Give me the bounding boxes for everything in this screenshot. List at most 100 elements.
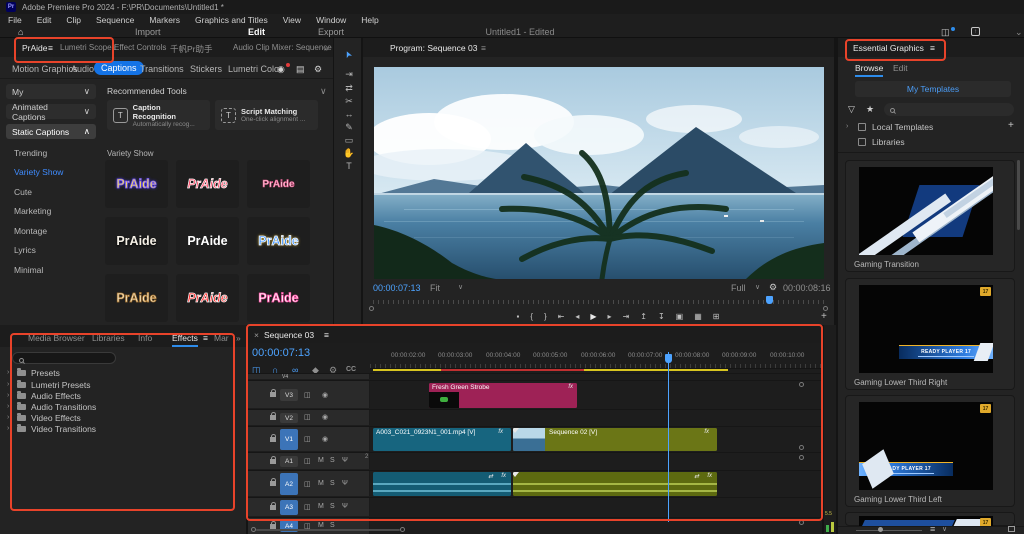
captions-cc-icon[interactable]: CC <box>346 366 356 373</box>
collapse-chevron-icon[interactable]: ∨ <box>320 86 327 97</box>
lock-icon[interactable] <box>270 478 276 486</box>
tab-edit[interactable]: Edit <box>248 27 265 37</box>
mute-track-button[interactable]: M <box>318 480 324 487</box>
lock-icon[interactable] <box>270 434 276 442</box>
sort-menu-icon[interactable]: ≡ <box>930 524 935 534</box>
tab-effects[interactable]: Effects <box>172 333 198 347</box>
lock-icon[interactable] <box>270 502 276 510</box>
add-marker-button[interactable]: ▪ <box>516 312 519 321</box>
step-back-button[interactable]: ◂ <box>575 312 579 321</box>
libraries-checkbox[interactable] <box>858 138 866 146</box>
tab-lumetri-scopes[interactable]: Lumetri Scopes <box>60 43 116 52</box>
folder-presets[interactable]: › Presets <box>0 368 246 379</box>
tab-edit-eg[interactable]: Edit <box>893 63 908 73</box>
mark-in-button[interactable]: { <box>530 312 533 321</box>
favorites-star-icon[interactable]: ★ <box>866 104 874 115</box>
caption-style-card[interactable]: PrAide <box>247 217 310 265</box>
track-a3[interactable]: A3 ◫ M S Ψ <box>248 497 822 516</box>
vscroll-handle[interactable] <box>799 520 804 525</box>
tree-local-templates[interactable]: Local Templates <box>872 122 933 132</box>
clip-fresh-green-strobe[interactable]: Fresh Green Strobe fx <box>429 383 577 408</box>
hand-tool-icon[interactable]: ✋ <box>342 148 356 160</box>
source-patch-icon[interactable]: ◫ <box>304 480 311 488</box>
track-v2[interactable]: V2 ◫ ◉ <box>248 409 822 425</box>
source-patch-icon[interactable]: ◫ <box>304 503 311 511</box>
lock-icon[interactable] <box>270 389 276 397</box>
cat-captions[interactable]: Captions <box>94 61 144 75</box>
vscroll-handle[interactable] <box>799 455 804 460</box>
pen-tool-icon[interactable]: ✎ <box>342 122 356 134</box>
caption-style-card[interactable]: PrAide <box>105 217 168 265</box>
tab-export[interactable]: Export <box>318 27 344 37</box>
menu-clip[interactable]: Clip <box>66 15 81 25</box>
zoom-level-select[interactable]: Fit <box>430 283 440 293</box>
sidebar-item-variety-show[interactable]: Variety Show <box>14 167 63 177</box>
menu-window[interactable]: Window <box>316 15 346 25</box>
menu-markers[interactable]: Markers <box>149 15 180 25</box>
caption-style-card[interactable]: PrAide <box>247 160 310 208</box>
tab-media-browser[interactable]: Media Browser <box>28 333 85 343</box>
local-templates-checkbox[interactable] <box>858 123 866 131</box>
hscroll-bar[interactable] <box>256 529 400 531</box>
timeline-playhead-head[interactable] <box>665 354 672 363</box>
slider-handle[interactable] <box>878 527 883 532</box>
tab-libraries[interactable]: Libraries <box>92 333 125 343</box>
tab-overflow-icon[interactable]: » <box>324 43 329 53</box>
tab-overflow-icon[interactable]: » <box>236 333 241 343</box>
source-patch-icon[interactable]: ◫ <box>304 457 311 465</box>
template-search-input[interactable] <box>884 103 1014 116</box>
account-icon[interactable]: ◉ <box>277 64 285 75</box>
menu-graphics-titles[interactable]: Graphics and Titles <box>195 15 268 25</box>
filter-funnel-icon[interactable]: ▽ <box>848 104 855 115</box>
button-editor-icon[interactable]: ⊞ <box>713 312 720 321</box>
toggle-track-output-eye-icon[interactable]: ◉ <box>322 413 328 421</box>
track-chip-v2[interactable]: V2 <box>280 413 298 423</box>
tool-script-matching[interactable]: T Script Matching One-click alignment ..… <box>215 100 318 130</box>
tab-effect-controls[interactable]: Effect Controls <box>114 43 166 52</box>
track-chip-a3[interactable]: A3 <box>280 500 298 515</box>
clip-sequence-02-video[interactable]: Sequence 02 [V] fx <box>513 428 717 451</box>
gear-icon[interactable]: ⚙ <box>314 64 322 75</box>
menu-sequence[interactable]: Sequence <box>96 15 134 25</box>
sidebar-item-lyrics[interactable]: Lyrics <box>14 245 36 255</box>
folder-video-transitions[interactable]: › Video Transitions <box>0 424 246 435</box>
voiceover-mic-icon[interactable]: Ψ <box>342 457 348 464</box>
caption-style-card[interactable]: PrAide <box>105 160 168 208</box>
track-chip-v3[interactable]: V3 <box>280 389 298 401</box>
program-scrub-bar[interactable] <box>373 300 825 304</box>
lock-icon[interactable] <box>270 456 276 464</box>
dropdown-my[interactable]: My ∨ <box>6 84 96 99</box>
track-a1[interactable]: A1 ◫ M S Ψ 2 <box>248 452 822 469</box>
close-tab-icon[interactable]: × <box>254 330 259 340</box>
track-select-tool-icon[interactable]: ⇥ <box>342 69 356 81</box>
folder-lumetri-presets[interactable]: › Lumetri Presets <box>0 380 246 391</box>
vscroll-handle[interactable] <box>799 382 804 387</box>
extract-button[interactable]: ↧ <box>658 312 665 321</box>
tab-info[interactable]: Info <box>138 333 152 343</box>
sidebar-item-montage[interactable]: Montage <box>14 226 47 236</box>
tree-libraries[interactable]: Libraries <box>872 137 905 147</box>
hscroll-handle[interactable] <box>400 527 405 532</box>
praide-panel-menu-icon[interactable]: ≡ <box>48 43 53 53</box>
scrub-handle-left[interactable] <box>369 306 374 311</box>
mute-track-button[interactable]: M <box>318 457 324 464</box>
mark-out-button[interactable]: } <box>544 312 547 321</box>
workspace-switcher-icon[interactable]: ◫ <box>941 27 950 38</box>
play-button[interactable]: ▶ <box>590 312 596 321</box>
ripple-edit-tool-icon[interactable]: ⇄ <box>342 83 356 95</box>
folder-audio-effects[interactable]: › Audio Effects <box>0 391 246 402</box>
voiceover-mic-icon[interactable]: Ψ <box>342 480 348 487</box>
cat-audio[interactable]: Audio <box>71 64 94 74</box>
dropdown-animated-captions[interactable]: Animated Captions ∨ <box>6 102 96 122</box>
slip-tool-icon[interactable]: ↔ <box>342 109 356 121</box>
track-v1[interactable]: V1 ◫ ◉ A003_C021_0923N1_001.mp4 [V] fx S… <box>248 426 822 451</box>
toggle-track-output-eye-icon[interactable]: ◉ <box>322 391 328 399</box>
tab-import[interactable]: Import <box>135 27 161 37</box>
caption-style-card[interactable]: PrAide <box>176 160 239 208</box>
lock-icon[interactable] <box>270 412 276 420</box>
tab-program-sequence[interactable]: Program: Sequence 03 <box>390 43 477 53</box>
layout-icon[interactable]: ▤ <box>296 64 305 75</box>
share-icon[interactable]: ↑ <box>971 27 980 36</box>
track-a4-partial[interactable]: A4 ◫ M S <box>248 517 822 534</box>
home-icon[interactable]: ⌂ <box>18 27 23 37</box>
